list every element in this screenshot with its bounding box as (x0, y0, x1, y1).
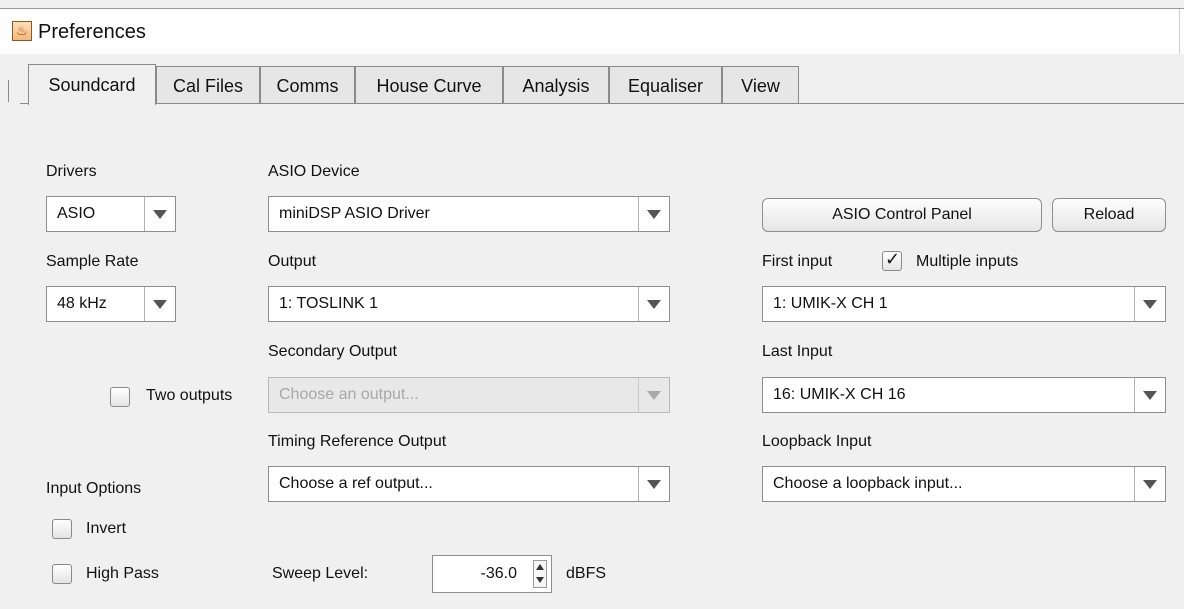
asio-device-label: ASIO Device (268, 163, 360, 180)
drivers-label: Drivers (46, 163, 97, 180)
input-options-label: Input Options (46, 480, 142, 497)
drivers-value: ASIO (57, 205, 96, 222)
sweep-level-label: Sweep Level: (272, 565, 369, 582)
tab-house-curve[interactable]: House Curve (355, 66, 503, 104)
sample-rate-value: 48 kHz (57, 295, 107, 312)
drivers-select[interactable]: ASIO (46, 196, 176, 232)
sweep-level-unit: dBFS (566, 565, 607, 582)
first-input-label: First input (762, 253, 833, 270)
title-bar-edge (1179, 9, 1180, 55)
sweep-level-spinner[interactable]: -36.0 (432, 555, 552, 593)
chevron-down-icon[interactable] (638, 287, 669, 321)
last-input-label: Last Input (762, 343, 833, 360)
tab-view[interactable]: View (722, 66, 799, 104)
tab-analysis[interactable]: Analysis (503, 66, 609, 104)
tab-bar: Soundcard Cal Files Comms House Curve An… (0, 54, 1184, 105)
sample-rate-select[interactable]: 48 kHz (46, 286, 176, 322)
loopback-input-select[interactable]: Choose a loopback input... (762, 466, 1166, 502)
tab-divider (20, 103, 1184, 104)
checkmark-icon: ✓ (885, 249, 901, 269)
timing-reference-value: Choose a ref output... (279, 475, 433, 492)
chevron-down-icon[interactable] (1134, 467, 1165, 501)
tab-divider-left (8, 80, 9, 102)
loopback-input-label: Loopback Input (762, 433, 872, 450)
java-cup-icon: ♨ (12, 21, 32, 41)
chevron-down-icon[interactable] (638, 197, 669, 231)
sample-rate-label: Sample Rate (46, 253, 139, 270)
secondary-output-label: Secondary Output (268, 343, 397, 360)
invert-label: Invert (86, 520, 127, 537)
chevron-down-icon (638, 378, 669, 412)
timing-reference-label: Timing Reference Output (268, 433, 447, 450)
reload-button[interactable]: Reload (1052, 198, 1166, 232)
output-select[interactable]: 1: TOSLINK 1 (268, 286, 670, 322)
asio-control-panel-button[interactable]: ASIO Control Panel (762, 198, 1042, 232)
first-input-select[interactable]: 1: UMIK-X CH 1 (762, 286, 1166, 322)
asio-device-value: miniDSP ASIO Driver (279, 205, 430, 222)
invert-checkbox[interactable] (52, 519, 72, 539)
multiple-inputs-checkbox[interactable]: ✓ (882, 249, 902, 271)
tab-comms[interactable]: Comms (260, 66, 355, 104)
first-input-value: 1: UMIK-X CH 1 (773, 295, 888, 312)
window-title: Preferences (38, 21, 146, 43)
chevron-down-icon[interactable] (638, 467, 669, 501)
title-bar: ♨ Preferences (0, 8, 1184, 55)
secondary-output-placeholder: Choose an output... (279, 386, 419, 403)
loopback-input-value: Choose a loopback input... (773, 475, 963, 492)
high-pass-checkbox[interactable] (52, 564, 72, 584)
chevron-down-icon[interactable] (1134, 287, 1165, 321)
two-outputs-label: Two outputs (146, 387, 233, 404)
timing-reference-select[interactable]: Choose a ref output... (268, 466, 670, 502)
multiple-inputs-label: Multiple inputs (916, 253, 1019, 270)
high-pass-label: High Pass (86, 565, 159, 582)
spinner-arrows-icon[interactable] (533, 560, 547, 588)
last-input-value: 16: UMIK-X CH 16 (773, 386, 906, 403)
tab-equaliser[interactable]: Equaliser (609, 66, 722, 104)
last-input-select[interactable]: 16: UMIK-X CH 16 (762, 377, 1166, 413)
chevron-down-icon[interactable] (144, 287, 175, 321)
chevron-down-icon[interactable] (144, 197, 175, 231)
secondary-output-select: Choose an output... (268, 377, 670, 413)
tab-soundcard[interactable]: Soundcard (28, 64, 156, 105)
chevron-down-icon[interactable] (1134, 378, 1165, 412)
tab-cal-files[interactable]: Cal Files (156, 66, 260, 104)
sweep-level-value: -36.0 (480, 565, 517, 582)
output-label: Output (268, 253, 317, 270)
output-value: 1: TOSLINK 1 (279, 295, 379, 312)
two-outputs-checkbox[interactable] (110, 387, 130, 407)
asio-device-select[interactable]: miniDSP ASIO Driver (268, 196, 670, 232)
